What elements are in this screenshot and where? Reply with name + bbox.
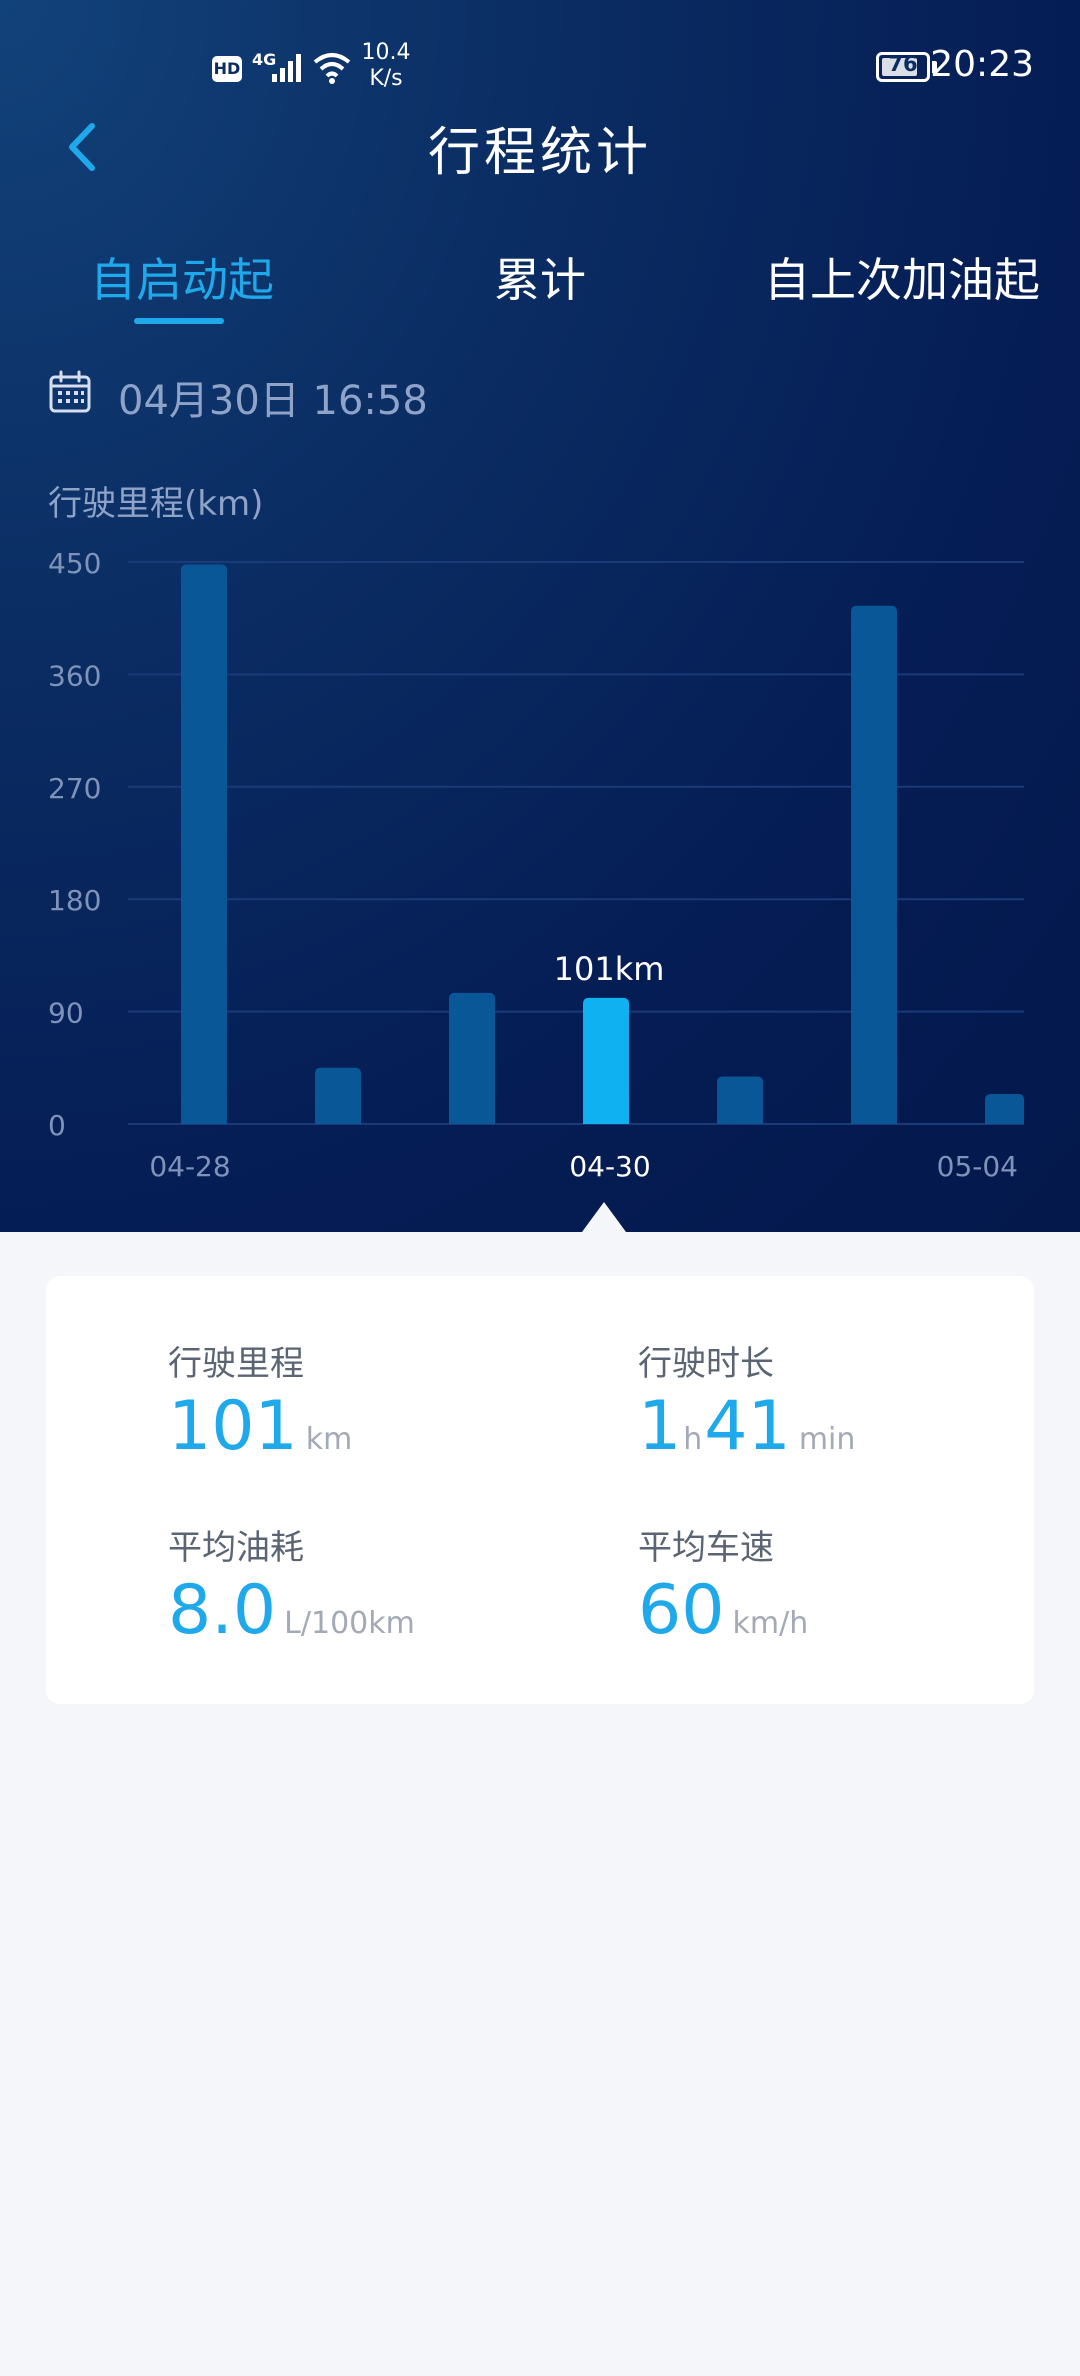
stat-speed-label: 平均车速	[638, 1528, 774, 1568]
active-tab-indicator	[134, 318, 224, 324]
stat-duration-hours-unit: h	[683, 1422, 703, 1457]
signal-icon	[272, 54, 301, 82]
network-speed: 10.4 K/s	[360, 40, 412, 92]
stat-fuel: 平均油耗 8.0 L/100km	[168, 1520, 415, 1650]
stat-distance: 行驶里程 101 km	[168, 1336, 352, 1466]
stat-duration: 行驶时长 1h41 min	[638, 1336, 855, 1466]
chart-y-label: 行驶里程(km)	[48, 484, 264, 524]
y-tick-label: 270	[48, 772, 101, 805]
stat-duration-hours: 1	[638, 1387, 682, 1466]
tab-cumulative[interactable]: 累计	[494, 244, 586, 310]
stat-speed: 平均车速 60 km/h	[638, 1520, 808, 1650]
x-tick-label: 04-30	[569, 1150, 650, 1183]
y-tick-label: 180	[48, 884, 101, 917]
stat-duration-minutes-unit: min	[798, 1422, 856, 1457]
header-background: HD 4G 10.4 K/s 76 20:23 行程统计 自启动起 累计 自上次…	[0, 0, 1080, 1232]
chart-bar[interactable]	[181, 564, 227, 1124]
speed-value: 10.4	[361, 40, 411, 65]
page-title: 行程统计	[427, 123, 652, 183]
chart-bar[interactable]	[583, 997, 629, 1124]
y-tick-label: 0	[48, 1109, 66, 1142]
selected-bar-pointer	[582, 1202, 626, 1232]
y-tick-label: 360	[48, 659, 101, 692]
chart-bar[interactable]	[449, 992, 495, 1124]
tab-since-refuel[interactable]: 自上次加油起	[764, 244, 1040, 310]
mileage-bar-chart[interactable]: 0 90 180 270 360 450 04-28 101km 04-30 05-04	[0, 520, 1080, 1200]
trip-stats-card: 行驶里程 101 km 行驶时长 1h41 min 平均油耗 8.0 L/100km …	[46, 1276, 1034, 1704]
speed-unit: K/s	[369, 66, 403, 91]
tab-since-start[interactable]: 自启动起	[90, 244, 274, 310]
stat-speed-unit: km/h	[732, 1606, 809, 1641]
chart-bar[interactable]	[985, 1094, 1024, 1124]
stat-duration-label: 行驶时长	[638, 1344, 774, 1384]
selected-bar-value-label: 101km	[554, 950, 665, 988]
x-tick-label: 04-28	[149, 1150, 230, 1183]
chart-bar[interactable]	[315, 1067, 361, 1124]
stat-fuel-value: 8.0	[168, 1571, 277, 1650]
x-tick-label: 05-04	[937, 1150, 1018, 1183]
trip-date[interactable]: 04月30日 16:58	[118, 368, 428, 426]
wifi-icon	[313, 53, 351, 84]
stat-fuel-label: 平均油耗	[168, 1528, 304, 1568]
stat-distance-value: 101	[168, 1387, 298, 1466]
stat-fuel-unit: L/100km	[284, 1606, 415, 1641]
hd-icon: HD	[212, 56, 242, 82]
stat-duration-minutes: 41	[704, 1387, 791, 1466]
stat-distance-label: 行驶里程	[168, 1344, 304, 1384]
stat-speed-value: 60	[638, 1571, 725, 1650]
clock: 20:23	[930, 44, 1034, 85]
stat-distance-unit: km	[305, 1422, 353, 1457]
chart-bar[interactable]	[717, 1076, 763, 1124]
battery-icon: 76	[876, 52, 930, 82]
y-tick-label: 90	[48, 997, 84, 1030]
chart-bar[interactable]	[851, 605, 897, 1124]
battery-level: 76	[888, 52, 918, 76]
calendar-icon[interactable]	[48, 370, 92, 414]
y-tick-label: 450	[48, 547, 101, 580]
